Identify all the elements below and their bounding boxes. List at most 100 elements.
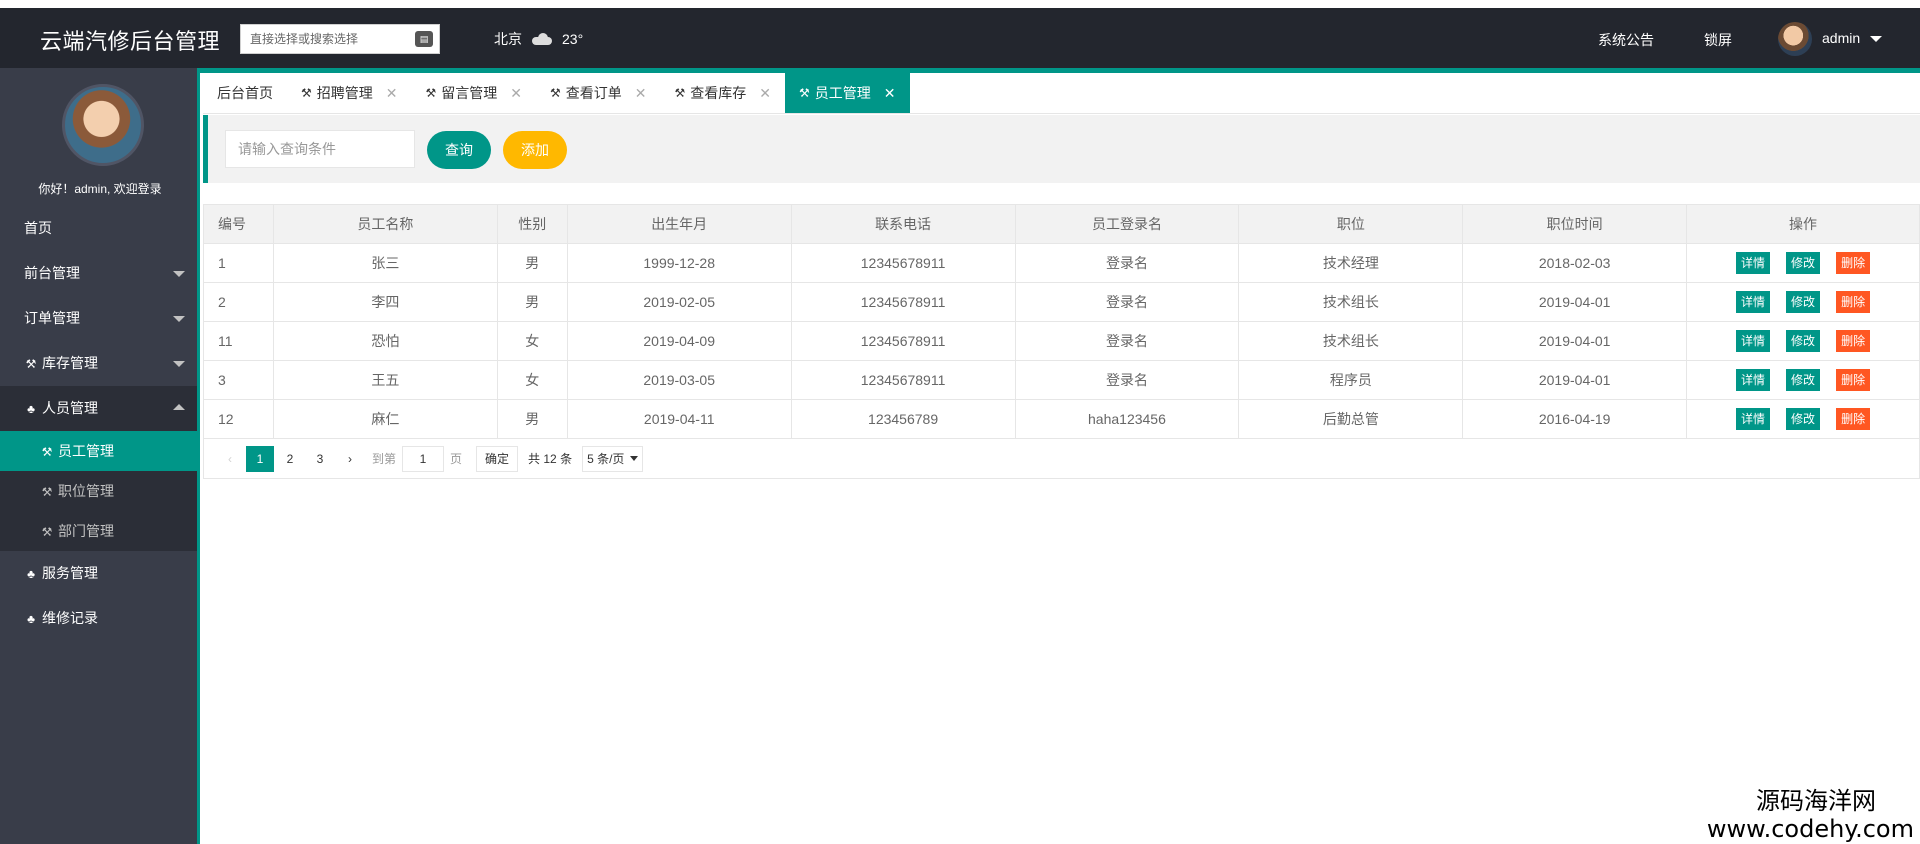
page-size-value: 5 条/页 [587, 452, 625, 466]
column-header[interactable]: 职位时间 [1462, 204, 1688, 244]
column-header[interactable]: 性别 [496, 204, 568, 244]
close-icon[interactable]: ✕ [635, 73, 647, 113]
welcome-text: 你好！admin, 欢迎登录 [38, 182, 162, 196]
add-button[interactable]: 添加 [503, 131, 567, 169]
goto-page-input[interactable]: 1 [402, 445, 445, 472]
sidebar-item-personnel[interactable]: ♣ 人员管理 [0, 386, 197, 431]
delete-button[interactable]: 删除 [1836, 291, 1871, 313]
query-field[interactable] [225, 130, 415, 168]
cell-login: 登录名 [1014, 360, 1240, 400]
tab-inventory[interactable]: ⚒ 查看库存 ✕ [661, 73, 786, 113]
tab-label: 员工管理 [814, 85, 871, 101]
sidebar-item-orders[interactable]: 订单管理 [0, 296, 197, 341]
search-select-icon[interactable]: ▤ [415, 31, 433, 47]
cell-login: haha123456 [1014, 399, 1240, 439]
sidebar-subitem-employees[interactable]: ⚒ 员工管理 [0, 431, 197, 471]
delete-button[interactable]: 删除 [1836, 330, 1871, 352]
cell-birth: 2019-02-05 [566, 282, 792, 322]
cell-actions: 详情 修改 删除 [1686, 282, 1920, 322]
system-notice-link[interactable]: 系统公告 [1598, 30, 1654, 50]
detail-button[interactable]: 详情 [1736, 291, 1771, 313]
goto-confirm-button[interactable]: 确定 [476, 445, 519, 472]
global-search[interactable]: ▤ [240, 24, 440, 54]
column-header[interactable]: 员工登录名 [1014, 204, 1240, 244]
column-header[interactable]: 员工名称 [272, 204, 498, 244]
tab-employees[interactable]: ⚒ 员工管理 ✕ [785, 73, 910, 113]
delete-button[interactable]: 删除 [1836, 369, 1871, 391]
tab-dashboard[interactable]: 后台首页 [203, 73, 287, 113]
tab-messages[interactable]: ⚒ 留言管理 ✕ [412, 73, 537, 113]
edit-button[interactable]: 修改 [1786, 252, 1821, 274]
sidebar-item-frontend[interactable]: 前台管理 [0, 251, 197, 296]
close-icon[interactable]: ✕ [759, 73, 771, 113]
query-button[interactable]: 查询 [427, 131, 491, 169]
edit-button[interactable]: 修改 [1786, 291, 1821, 313]
cell-gender: 男 [496, 399, 568, 439]
page-number-current[interactable]: 1 [246, 445, 274, 472]
watermark-title: 源码海洋网 [1756, 788, 1876, 815]
table-row[interactable]: 1 张三 男 1999-12-28 12345678911 登录名 技术经理 2… [203, 243, 1920, 283]
table-row[interactable]: 2 李四 男 2019-02-05 12345678911 登录名 技术组长 2… [203, 282, 1920, 322]
table-row[interactable]: 12 麻仁 男 2019-04-11 123456789 haha123456 … [203, 399, 1920, 439]
delete-button[interactable]: 删除 [1836, 408, 1871, 430]
weather-city: 北京 [494, 31, 522, 47]
global-search-input[interactable] [241, 25, 411, 53]
cell-birth: 2019-04-11 [566, 399, 792, 439]
tab-recruitment[interactable]: ⚒ 招聘管理 ✕ [287, 73, 412, 113]
cell-position: 技术组长 [1238, 282, 1464, 322]
sidebar-subitem-label: 员工管理 [58, 443, 114, 459]
prev-page-icon[interactable]: ‹ [216, 446, 244, 472]
sidebar-subitem-positions[interactable]: ⚒ 职位管理 [0, 471, 197, 511]
page-number[interactable]: 3 [306, 446, 334, 472]
column-header[interactable]: 联系电话 [790, 204, 1016, 244]
detail-button[interactable]: 详情 [1736, 330, 1771, 352]
sidebar-item-label: 首页 [24, 220, 52, 236]
detail-button[interactable]: 详情 [1736, 369, 1771, 391]
top-header: 云端汽修后台管理 ▤ 北京 23° 系统公告 锁屏 admin [0, 0, 1920, 68]
chevron-down-icon [173, 271, 185, 277]
edit-button[interactable]: 修改 [1786, 369, 1821, 391]
detail-button[interactable]: 详情 [1736, 408, 1771, 430]
sidebar-item-repair-records[interactable]: ♣ 维修记录 [0, 596, 197, 641]
table-header-row: 编号 员工名称 性别 出生年月 联系电话 员工登录名 职位 职位时间 操作 [203, 204, 1920, 244]
table-row[interactable]: 3 王五 女 2019-03-05 12345678911 登录名 程序员 20… [203, 360, 1920, 400]
cell-login: 登录名 [1014, 282, 1240, 322]
column-header[interactable]: 职位 [1238, 204, 1464, 244]
pagination: ‹ 1 2 3 › 到第 1 页 确定 共 12 条 5 条/页 [203, 439, 1920, 479]
weather-widget: 北京 23° [494, 29, 583, 49]
sidebar-item-home[interactable]: 首页 [0, 206, 197, 251]
column-header: 操作 [1686, 204, 1920, 244]
app-title: 云端汽修后台管理 [40, 29, 221, 54]
cell-name: 王五 [272, 360, 498, 400]
edit-button[interactable]: 修改 [1786, 330, 1821, 352]
close-icon[interactable]: ✕ [884, 73, 896, 113]
delete-button[interactable]: 删除 [1836, 252, 1871, 274]
tools-icon: ⚒ [674, 86, 686, 100]
page-number[interactable]: 2 [276, 446, 304, 472]
cell-id: 2 [203, 282, 274, 322]
column-header[interactable]: 出生年月 [566, 204, 792, 244]
cell-actions: 详情 修改 删除 [1686, 321, 1920, 361]
user-avatar[interactable] [1778, 22, 1812, 56]
next-page-icon[interactable]: › [336, 446, 364, 472]
table-row[interactable]: 11 恐怕 女 2019-04-09 12345678911 登录名 技术组长 … [203, 321, 1920, 361]
column-header[interactable]: 编号 [203, 204, 274, 244]
user-menu[interactable]: admin [1822, 30, 1883, 46]
cell-actions: 详情 修改 删除 [1686, 360, 1920, 400]
query-input[interactable] [226, 131, 414, 167]
chevron-down-icon [173, 316, 185, 322]
page-size-select[interactable]: 5 条/页 [582, 445, 644, 472]
close-icon[interactable]: ✕ [386, 73, 398, 113]
close-icon[interactable]: ✕ [510, 73, 522, 113]
tab-orders[interactable]: ⚒ 查看订单 ✕ [536, 73, 661, 113]
detail-button[interactable]: 详情 [1736, 252, 1771, 274]
total-count: 共 12 条 [528, 452, 573, 466]
cell-position-date: 2019-04-01 [1462, 321, 1688, 361]
group-icon: ♣ [27, 402, 35, 416]
sidebar-item-inventory[interactable]: ⚒ 库存管理 [0, 341, 197, 386]
edit-button[interactable]: 修改 [1786, 408, 1821, 430]
cell-position: 技术组长 [1238, 321, 1464, 361]
sidebar-item-services[interactable]: ♣ 服务管理 [0, 551, 197, 596]
sidebar-subitem-departments[interactable]: ⚒ 部门管理 [0, 511, 197, 551]
lock-screen-link[interactable]: 锁屏 [1704, 30, 1732, 50]
